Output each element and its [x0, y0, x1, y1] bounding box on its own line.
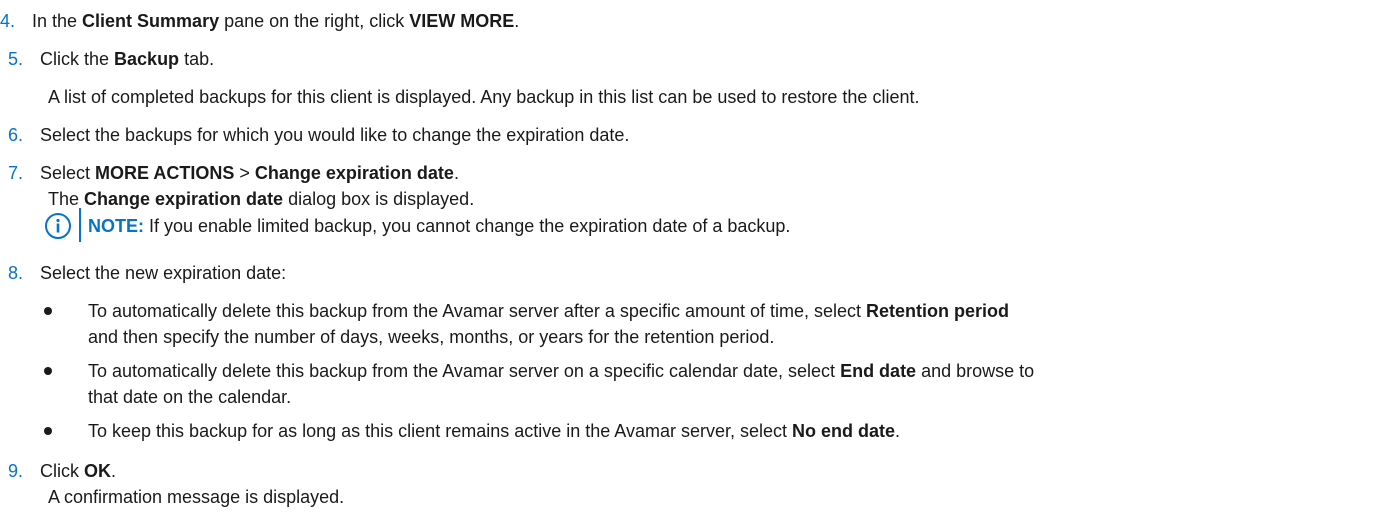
step-text: The: [48, 189, 85, 209]
step-text: Select the backups for which you would l…: [40, 125, 630, 145]
step-number: 5.: [8, 49, 24, 69]
step-text: .: [514, 11, 520, 31]
step-number: 8.: [8, 263, 24, 283]
step-text: .: [111, 461, 117, 481]
note-divider: [79, 208, 81, 242]
bullet-item-cont: and then specify the number of days, wee…: [88, 327, 775, 347]
bullet-dot: [44, 307, 52, 315]
bullet-emphasis: No end date: [792, 421, 896, 441]
step-number: 9.: [8, 461, 24, 481]
step-7: 7. Select MORE ACTIONS > Change expiratio…: [8, 162, 459, 184]
bullet-item-cont: that date on the calendar.: [88, 387, 292, 407]
bullet-item: To automatically delete this backup from…: [88, 360, 1034, 382]
note-text: If you enable limited backup, you cannot…: [144, 216, 791, 236]
bullet-emphasis: End date: [840, 361, 917, 381]
step-8: 8. Select the new expiration date:: [8, 262, 286, 284]
step-text: In the: [32, 11, 83, 31]
step-emphasis: Change expiration date: [254, 163, 454, 183]
step-9: 9. Click OK.: [8, 460, 116, 482]
bullet-text: To automatically delete this backup from…: [88, 301, 867, 321]
info-circle-icon: [45, 213, 71, 239]
step-text: dialog box is displayed.: [283, 189, 475, 209]
note-label: NOTE:: [88, 216, 144, 236]
step-6: 6. Select the backups for which you would…: [8, 124, 629, 146]
step-text: Select: [40, 163, 96, 183]
step-emphasis: Backup: [114, 49, 180, 69]
step-emphasis: OK: [84, 461, 111, 481]
step-7-result: The Change expiration date dialog box is…: [48, 188, 474, 210]
step-text: tab.: [179, 49, 215, 69]
step-text: Select the new expiration date:: [40, 263, 287, 283]
bullet-text: To keep this backup for as long as this …: [88, 421, 793, 441]
step-emphasis: Change expiration date: [84, 189, 284, 209]
step-number: 6.: [8, 125, 24, 145]
step-emphasis: Client Summary: [82, 11, 220, 31]
step-4: 4. In the Client Summary pane on the righ…: [0, 10, 519, 32]
step-number: 7.: [8, 163, 24, 183]
bullet-text: .: [895, 421, 901, 441]
note: NOTE: If you enable limited backup, you …: [88, 215, 790, 237]
step-text: pane on the right, click: [219, 11, 410, 31]
bullet-emphasis: Retention period: [866, 301, 1010, 321]
step-number: 4.: [0, 11, 16, 31]
step-5: 5. Click the Backup tab.: [8, 48, 214, 70]
step-text: Click: [40, 461, 84, 481]
bullet-dot: [44, 367, 52, 375]
bullet-item: To automatically delete this backup from…: [88, 300, 1009, 322]
step-text: .: [453, 163, 459, 183]
step-emphasis: VIEW MORE: [409, 11, 515, 31]
step-text: Click the: [40, 49, 115, 69]
step-emphasis: MORE ACTIONS: [95, 163, 235, 183]
bullet-dot: [44, 427, 52, 435]
step-9-result: A confirmation message is displayed.: [48, 487, 345, 507]
step-text: >: [234, 163, 255, 183]
step-5-result: A list of completed backups for this cli…: [48, 87, 920, 107]
bullet-item: To keep this backup for as long as this …: [88, 420, 900, 442]
bullet-text: and browse to: [916, 361, 1035, 381]
bullet-text: To automatically delete this backup from…: [88, 361, 841, 381]
